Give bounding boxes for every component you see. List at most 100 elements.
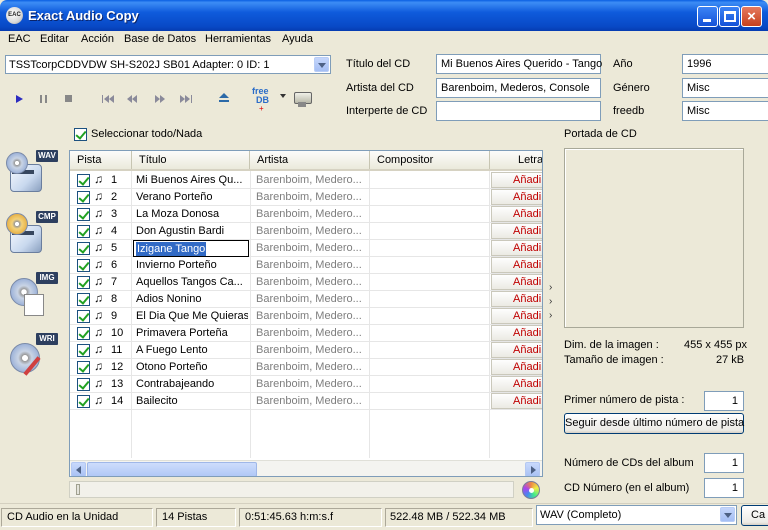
panel-splitter[interactable]: › › ›	[546, 282, 558, 326]
continue-numbering-button[interactable]: Seguir desde último número de pista	[564, 413, 744, 434]
year-field[interactable]: 1996	[682, 54, 768, 74]
add-lyrics-button[interactable]: Añadi	[491, 223, 542, 239]
track-title[interactable]: Invierno Porteño	[136, 257, 248, 274]
table-row[interactable]: 11 A Fuego Lento Barenboim, Medero... Añadi	[70, 342, 542, 359]
track-composer[interactable]	[375, 257, 487, 274]
menu-eac[interactable]: EAC	[8, 33, 31, 45]
track-title[interactable]: Adios Nonino	[136, 291, 248, 308]
track-composer[interactable]	[375, 172, 487, 189]
table-row[interactable]: 4 Don Agustin Bardi Barenboim, Medero... Añ…	[70, 223, 542, 240]
track-artist[interactable]: Barenboim, Medero...	[256, 189, 368, 206]
cancel-button[interactable]: Ca	[741, 505, 768, 526]
playback-position-slider[interactable]	[69, 481, 514, 498]
table-row[interactable]: 7 Aquellos Tangos Ca... Barenboim, Medero.…	[70, 274, 542, 291]
track-composer[interactable]	[375, 291, 487, 308]
track-checkbox[interactable]	[77, 327, 90, 340]
track-checkbox[interactable]	[77, 344, 90, 357]
menu-base-de-datos[interactable]: Base de Datos	[124, 33, 196, 45]
column-header-track[interactable]: Pista	[70, 151, 132, 169]
cover-image-area[interactable]	[564, 148, 744, 328]
track-artist[interactable]: Barenboim, Medero...	[256, 206, 368, 223]
genre-field[interactable]: Misc	[682, 78, 768, 98]
track-composer[interactable]	[375, 308, 487, 325]
cd-number-field[interactable]: 1	[704, 478, 744, 498]
track-artist[interactable]: Barenboim, Medero...	[256, 172, 368, 189]
track-title[interactable]: Aquellos Tangos Ca...	[136, 274, 248, 291]
track-artist[interactable]: Barenboim, Medero...	[256, 274, 368, 291]
freedb-button[interactable]: free DB +	[250, 86, 286, 113]
scroll-thumb[interactable]	[87, 462, 257, 476]
track-artist[interactable]: Barenboim, Medero...	[256, 223, 368, 240]
cd-count-field[interactable]: 1	[704, 453, 744, 473]
table-row[interactable]: 13 Contrabajeando Barenboim, Medero... Añad…	[70, 376, 542, 393]
previous-track-button[interactable]	[100, 92, 116, 106]
track-checkbox[interactable]	[77, 259, 90, 272]
track-checkbox[interactable]	[77, 208, 90, 221]
track-title[interactable]: A Fuego Lento	[136, 342, 248, 359]
cd-performer-field[interactable]	[436, 101, 601, 121]
table-row[interactable]: 9 El Dia Que Me Quieras Barenboim, Medero.…	[70, 308, 542, 325]
track-artist[interactable]: Barenboim, Medero...	[256, 308, 368, 325]
eject-button[interactable]	[216, 92, 232, 106]
minimize-button[interactable]	[697, 6, 718, 27]
track-checkbox[interactable]	[77, 276, 90, 289]
track-checkbox[interactable]	[77, 310, 90, 323]
stop-button[interactable]	[60, 92, 76, 106]
track-composer[interactable]	[375, 393, 487, 410]
add-lyrics-button[interactable]: Añadi	[491, 274, 542, 290]
copy-wav-button[interactable]: WAV	[6, 150, 60, 200]
track-composer[interactable]	[375, 274, 487, 291]
column-header-lyrics[interactable]: Letra	[490, 151, 542, 169]
track-artist[interactable]: Barenboim, Medero...	[256, 257, 368, 274]
track-composer[interactable]	[375, 206, 487, 223]
table-row[interactable]: 10 Primavera Porteña Barenboim, Medero... A…	[70, 325, 542, 342]
track-composer[interactable]	[375, 342, 487, 359]
copy-compressed-button[interactable]: CMP	[6, 211, 60, 261]
track-title[interactable]: Verano Porteño	[136, 189, 248, 206]
track-composer[interactable]	[375, 189, 487, 206]
add-lyrics-button[interactable]: Añadi	[491, 189, 542, 205]
track-artist[interactable]: Barenboim, Medero...	[256, 240, 368, 257]
track-checkbox[interactable]	[77, 174, 90, 187]
scroll-left-button[interactable]	[71, 462, 86, 476]
track-composer[interactable]	[375, 223, 487, 240]
freedb-category-field[interactable]: Misc	[682, 101, 768, 121]
track-title[interactable]: Mi Buenos Aires Qu...	[136, 172, 248, 189]
add-lyrics-button[interactable]: Añadi	[491, 308, 542, 324]
track-title[interactable]: La Moza Donosa	[136, 206, 248, 223]
track-title-edit-field[interactable]: Izigane Tango	[133, 240, 249, 257]
table-row[interactable]: 1 Mi Buenos Aires Qu... Barenboim, Medero.…	[70, 172, 542, 189]
write-cd-button[interactable]: WRI	[8, 333, 60, 383]
slider-thumb[interactable]	[76, 484, 80, 495]
track-composer[interactable]	[375, 325, 487, 342]
track-list[interactable]: Pista Título Artista Compositor Letra 1 M…	[69, 150, 543, 477]
chevron-down-icon[interactable]	[314, 57, 329, 72]
table-row[interactable]: 3 La Moza Donosa Barenboim, Medero... Añadi	[70, 206, 542, 223]
track-artist[interactable]: Barenboim, Medero...	[256, 291, 368, 308]
track-title[interactable]: Otono Porteño	[136, 359, 248, 376]
track-artist[interactable]: Barenboim, Medero...	[256, 393, 368, 410]
track-title[interactable]: Primavera Porteña	[136, 325, 248, 342]
output-format-select[interactable]: WAV (Completo)	[536, 505, 737, 525]
rewind-button[interactable]	[125, 92, 141, 106]
chevron-down-icon[interactable]	[280, 94, 286, 98]
menu-ayuda[interactable]: Ayuda	[282, 33, 313, 45]
cd-artist-field[interactable]: Barenboim, Mederos, Console	[436, 78, 601, 98]
track-title[interactable]: Don Agustin Bardi	[136, 223, 248, 240]
scroll-right-button[interactable]	[525, 462, 540, 476]
horizontal-scrollbar[interactable]	[70, 460, 542, 476]
track-checkbox[interactable]	[77, 378, 90, 391]
chevron-down-icon[interactable]	[720, 507, 735, 522]
table-row[interactable]: 5 Izigane Tango Barenboim, Medero... Añadi	[70, 240, 542, 257]
select-all-checkbox[interactable]	[74, 128, 87, 141]
maximize-button[interactable]	[719, 6, 740, 27]
pause-button[interactable]	[36, 92, 52, 106]
table-row[interactable]: 14 Bailecito Barenboim, Medero... Añadi	[70, 393, 542, 410]
table-row[interactable]: 8 Adios Nonino Barenboim, Medero... Añadi	[70, 291, 542, 308]
add-lyrics-button[interactable]: Añadi	[491, 257, 542, 273]
table-row[interactable]: 12 Otono Porteño Barenboim, Medero... Añadi	[70, 359, 542, 376]
column-header-artist[interactable]: Artista	[250, 151, 370, 169]
track-checkbox[interactable]	[77, 225, 90, 238]
eac-app-icon[interactable]: EAC	[6, 7, 23, 24]
track-title[interactable]: El Dia Que Me Quieras	[136, 308, 248, 325]
